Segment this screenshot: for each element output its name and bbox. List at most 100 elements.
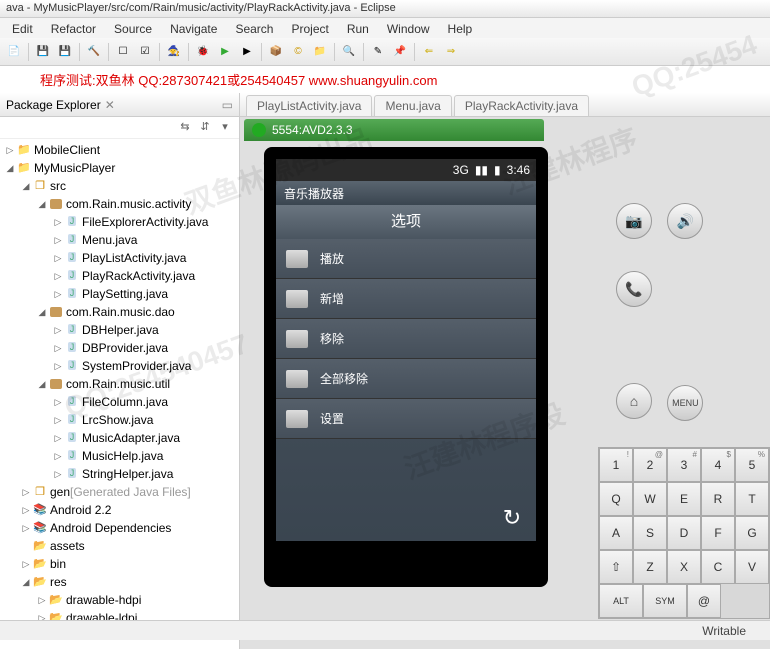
option-remove-all[interactable]: 全部移除	[276, 359, 536, 399]
folder-bin[interactable]: ▷bin	[0, 555, 239, 573]
key-1[interactable]: !1	[599, 448, 633, 482]
project-mymusicplayer[interactable]: ◢MyMusicPlayer	[0, 159, 239, 177]
key-4[interactable]: $4	[701, 448, 735, 482]
new-button[interactable]: 📄	[4, 42, 24, 62]
new-pkg-button[interactable]: 📦	[266, 42, 286, 62]
key-c[interactable]: C	[701, 550, 735, 584]
lib-android[interactable]: ▷📚Android 2.2	[0, 501, 239, 519]
wizard-button[interactable]: 🧙	[164, 42, 184, 62]
file-playlist[interactable]: ▷PlayListActivity.java	[0, 249, 239, 267]
folder-hdpi[interactable]: ▷drawable-hdpi	[0, 591, 239, 609]
key-f[interactable]: F	[701, 516, 735, 550]
package-util[interactable]: ◢com.Rain.music.util	[0, 375, 239, 393]
menu-project[interactable]: Project	[283, 20, 336, 36]
file-menu[interactable]: ▷Menu.java	[0, 231, 239, 249]
link-editor-icon[interactable]: ⇵	[197, 120, 213, 136]
pin-button[interactable]: 📌	[390, 42, 410, 62]
menu-source[interactable]: Source	[106, 20, 160, 36]
file-systemprovider[interactable]: ▷SystemProvider.java	[0, 357, 239, 375]
option-play[interactable]: 播放	[276, 239, 536, 279]
key-d[interactable]: D	[667, 516, 701, 550]
key-z[interactable]: Z	[633, 550, 667, 584]
close-icon[interactable]: ✕	[105, 98, 115, 112]
tab-menu[interactable]: Menu.java	[374, 95, 451, 116]
folder-assets[interactable]: assets	[0, 537, 239, 555]
new-folder-button[interactable]: 📁	[310, 42, 330, 62]
package-activity[interactable]: ◢com.Rain.music.activity	[0, 195, 239, 213]
toggle2-button[interactable]: ☑	[135, 42, 155, 62]
key-v[interactable]: V	[735, 550, 769, 584]
collapse-all-icon[interactable]: ⇆	[177, 120, 193, 136]
file-dbprovider[interactable]: ▷DBProvider.java	[0, 339, 239, 357]
file-fileexplorer[interactable]: ▷FileExplorerActivity.java	[0, 213, 239, 231]
key-3[interactable]: #3	[667, 448, 701, 482]
reload-icon[interactable]: ↻	[498, 505, 526, 533]
file-filecolumn[interactable]: ▷FileColumn.java	[0, 393, 239, 411]
folder-gen[interactable]: ▷❐gen [Generated Java Files]	[0, 483, 239, 501]
file-stringhelper[interactable]: ▷StringHelper.java	[0, 465, 239, 483]
package-dao[interactable]: ◢com.Rain.music.dao	[0, 303, 239, 321]
file-musichelp[interactable]: ▷MusicHelp.java	[0, 447, 239, 465]
folder-res[interactable]: ◢res	[0, 573, 239, 591]
key-sym[interactable]: SYM	[643, 584, 687, 618]
task-button[interactable]: ✎	[368, 42, 388, 62]
key-a[interactable]: A	[599, 516, 633, 550]
file-playrack[interactable]: ▷PlayRackActivity.java	[0, 267, 239, 285]
search-button[interactable]: 🔍	[339, 42, 359, 62]
back-button[interactable]: ⇐	[419, 42, 439, 62]
key-g[interactable]: G	[735, 516, 769, 550]
fwd-button[interactable]: ⇒	[441, 42, 461, 62]
key-2[interactable]: @2	[633, 448, 667, 482]
build-button[interactable]: 🔨	[84, 42, 104, 62]
key-s[interactable]: S	[633, 516, 667, 550]
key-5[interactable]: %5	[735, 448, 769, 482]
menu-button[interactable]: MENU	[667, 385, 703, 421]
android-icon	[252, 123, 266, 137]
save-all-button[interactable]: 💾	[55, 42, 75, 62]
menu-run[interactable]: Run	[339, 20, 377, 36]
new-class-button[interactable]: ©	[288, 42, 308, 62]
key-w[interactable]: W	[633, 482, 667, 516]
writable-status: Writable	[678, 624, 770, 638]
dpad[interactable]	[700, 313, 754, 367]
key-alt[interactable]: ALT	[599, 584, 643, 618]
menu-edit[interactable]: Edit	[4, 20, 41, 36]
run-button[interactable]: ▶	[215, 42, 235, 62]
call-button[interactable]: 📞	[616, 271, 652, 307]
key-x[interactable]: X	[667, 550, 701, 584]
project-mobileclient[interactable]: ▷MobileClient	[0, 141, 239, 159]
key-shift[interactable]: ⇧	[599, 550, 633, 584]
view-menu-icon[interactable]: ▾	[217, 120, 233, 136]
file-playsetting[interactable]: ▷PlaySetting.java	[0, 285, 239, 303]
key-q[interactable]: Q	[599, 482, 633, 516]
volume-button[interactable]: 🔊	[667, 203, 703, 239]
file-dbhelper[interactable]: ▷DBHelper.java	[0, 321, 239, 339]
folder-src[interactable]: ◢❐src	[0, 177, 239, 195]
toggle1-button[interactable]: ☐	[113, 42, 133, 62]
run-ext-button[interactable]: ▶	[237, 42, 257, 62]
file-musicadapter[interactable]: ▷MusicAdapter.java	[0, 429, 239, 447]
option-settings[interactable]: 设置	[276, 399, 536, 439]
menu-refactor[interactable]: Refactor	[43, 20, 104, 36]
option-add[interactable]: 新增	[276, 279, 536, 319]
save-button[interactable]: 💾	[33, 42, 53, 62]
menu-window[interactable]: Window	[379, 20, 438, 36]
menu-search[interactable]: Search	[227, 20, 281, 36]
key-at[interactable]: @	[687, 584, 721, 618]
menu-help[interactable]: Help	[440, 20, 481, 36]
tab-playlist[interactable]: PlayListActivity.java	[246, 95, 372, 116]
key-e[interactable]: E	[667, 482, 701, 516]
key-t[interactable]: T	[735, 482, 769, 516]
lib-deps[interactable]: ▷📚Android Dependencies	[0, 519, 239, 537]
project-tree[interactable]: ▷MobileClient ◢MyMusicPlayer ◢❐src ◢com.…	[0, 139, 239, 649]
home-button[interactable]: ⌂	[616, 383, 652, 419]
tab-playrack[interactable]: PlayRackActivity.java	[454, 95, 589, 116]
camera-button[interactable]: 📷	[616, 203, 652, 239]
minimize-icon[interactable]: ▭	[222, 98, 233, 112]
file-lrcshow[interactable]: ▷LrcShow.java	[0, 411, 239, 429]
option-remove[interactable]: 移除	[276, 319, 536, 359]
folder-icon	[286, 290, 308, 308]
key-r[interactable]: R	[701, 482, 735, 516]
debug-button[interactable]: 🐞	[193, 42, 213, 62]
menu-navigate[interactable]: Navigate	[162, 20, 225, 36]
